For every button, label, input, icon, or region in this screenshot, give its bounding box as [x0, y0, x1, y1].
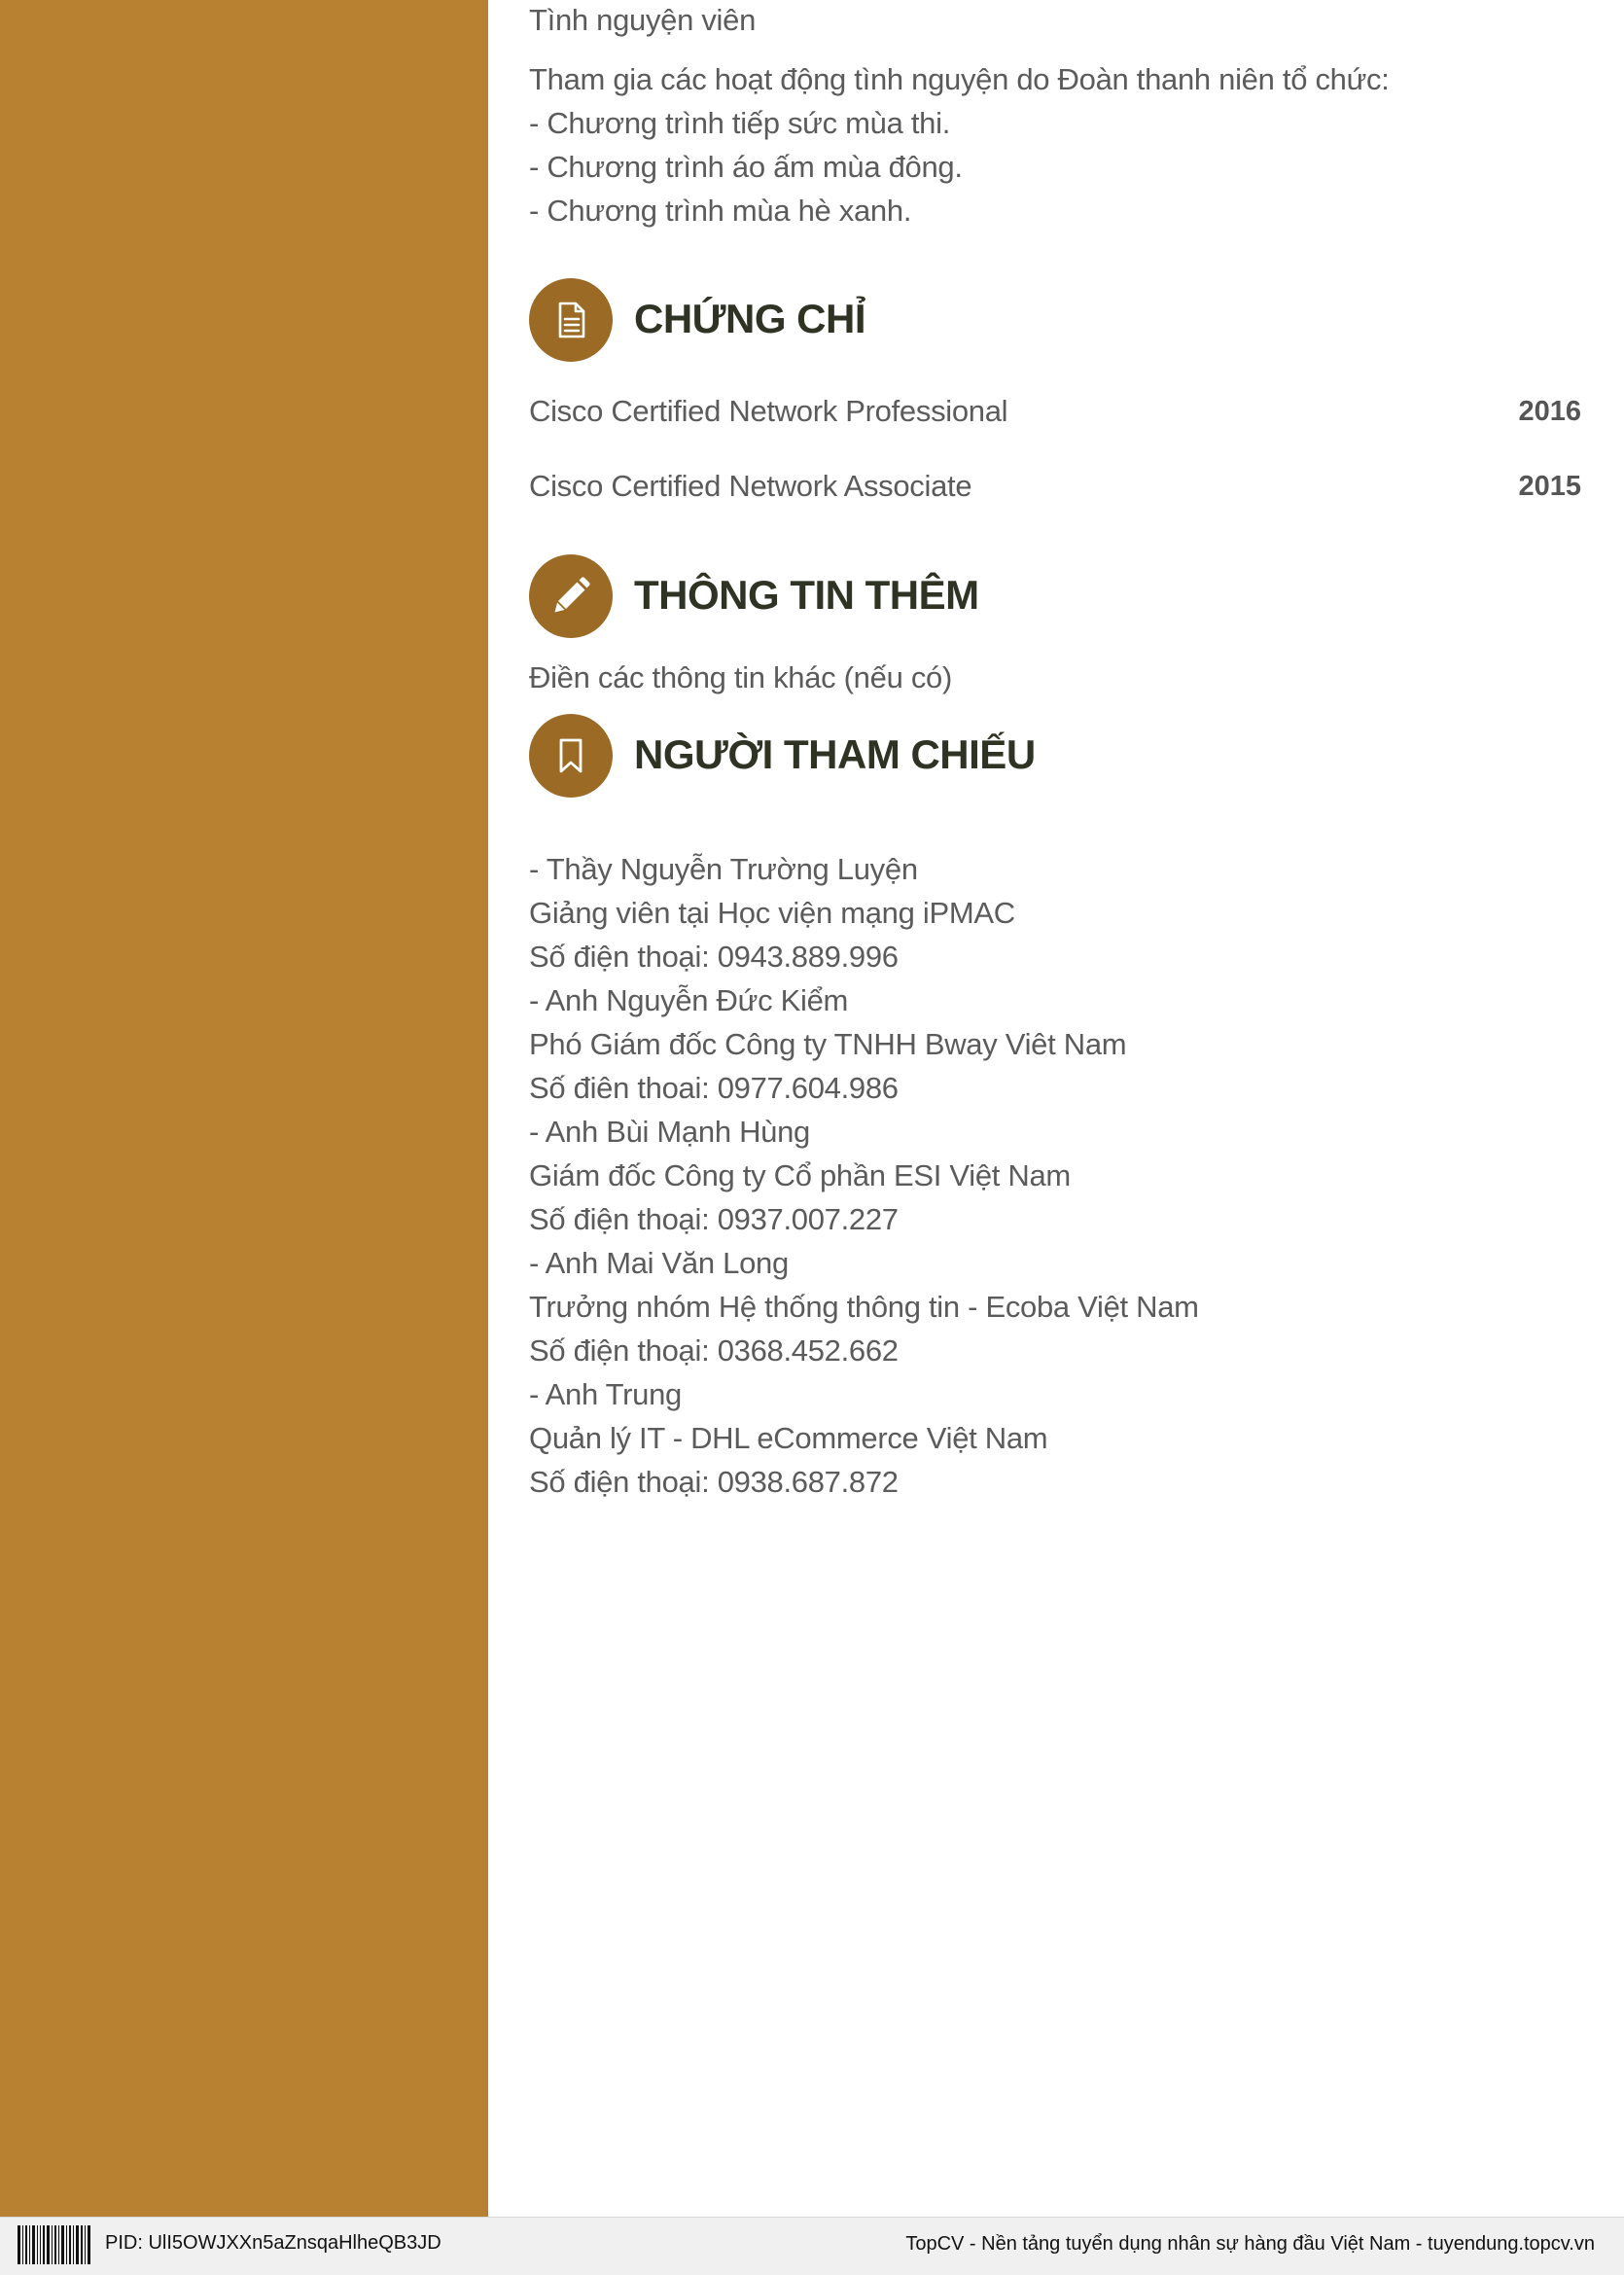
- reference-line: Giảng viên tại Học viện mạng iPMAC: [529, 896, 1015, 930]
- additional-info-text: Điền các thông tin khác (nếu có): [529, 660, 952, 694]
- document-icon: [529, 278, 613, 362]
- certificate-row: Cisco Certified Network Professional 201…: [529, 392, 1581, 431]
- topcv-footer-text: TopCV - Nền tảng tuyển dụng nhân sự hàng…: [905, 2233, 1595, 2255]
- reference-line: - Anh Bùi Mạnh Hùng: [529, 1115, 810, 1149]
- certificates-heading: CHỨNG CHỈ: [634, 296, 866, 341]
- sidebar-panel: [0, 0, 488, 2217]
- activity-line: - Chương trình áo ấm mùa đông.: [529, 150, 963, 184]
- reference-line: - Anh Nguyễn Đức Kiểm: [529, 983, 849, 1017]
- certificate-name: Cisco Certified Network Associate: [529, 469, 972, 503]
- pencil-icon: [529, 554, 613, 638]
- activity-line: - Chương trình mùa hè xanh.: [529, 194, 912, 228]
- reference-line: Phó Giám đốc Công ty TNHH Bway Viêt Nam: [529, 1027, 1127, 1061]
- pid-text: PID: UlI5OWJXXn5aZnsqaHlheQB3JD: [105, 2232, 441, 2254]
- barcode-icon: [18, 2225, 95, 2264]
- reference-line: Trưởng nhóm Hệ thống thông tin - Ecoba V…: [529, 1290, 1199, 1324]
- reference-line: Giám đốc Công ty Cổ phần ESI Việt Nam: [529, 1158, 1071, 1192]
- references-heading: NGƯỜI THAM CHIẾU: [634, 731, 1036, 777]
- reference-line: - Anh Trung: [529, 1377, 682, 1411]
- certificate-year: 2015: [1518, 471, 1581, 502]
- activity-line: Tham gia các hoạt động tình nguyện do Đo…: [529, 62, 1390, 96]
- certificate-year: 2016: [1518, 396, 1581, 427]
- reference-line: Số điện thoại: 0943.889.996: [529, 940, 899, 974]
- reference-line: Số điên thoai: 0977.604.986: [529, 1071, 899, 1105]
- reference-line: - Anh Mai Văn Long: [529, 1246, 789, 1280]
- activity-title: Tình nguyện viên: [529, 3, 757, 37]
- reference-line: Số điện thoại: 0368.452.662: [529, 1333, 899, 1368]
- reference-line: Số điện thoại: 0937.007.227: [529, 1202, 899, 1236]
- activity-line: - Chương trình tiếp sức mùa thi.: [529, 106, 951, 140]
- certificate-row: Cisco Certified Network Associate 2015: [529, 467, 1581, 506]
- footer-bar: PID: UlI5OWJXXn5aZnsqaHlheQB3JD TopCV - …: [0, 2217, 1624, 2275]
- reference-line: Quản lý IT - DHL eCommerce Việt Nam: [529, 1421, 1048, 1455]
- additional-info-heading: THÔNG TIN THÊM: [634, 572, 979, 618]
- certificate-name: Cisco Certified Network Professional: [529, 394, 1008, 428]
- bookmark-icon: [529, 714, 613, 798]
- reference-line: Số điện thoại: 0938.687.872: [529, 1465, 899, 1499]
- reference-line: - Thầy Nguyễn Trường Luyện: [529, 852, 918, 886]
